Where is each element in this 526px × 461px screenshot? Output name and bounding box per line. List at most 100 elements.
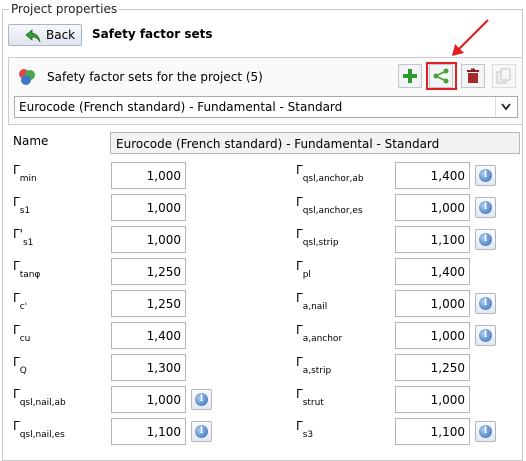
param-value-input[interactable]: 1,400 xyxy=(395,162,470,189)
param-label: Γqsl,nail,es xyxy=(13,419,65,440)
param-label: Γa,strip xyxy=(296,355,331,376)
gamma-symbol: Γ xyxy=(13,259,20,273)
back-button[interactable]: Back xyxy=(8,24,82,46)
param-value-input[interactable]: 1,000 xyxy=(395,322,470,349)
gamma-symbol: Γ xyxy=(296,227,303,241)
param-value-input[interactable]: 1,000 xyxy=(111,194,186,221)
info-button[interactable]: i xyxy=(475,197,496,218)
param-subscript: qsl,strip xyxy=(302,238,339,248)
info-button[interactable]: i xyxy=(475,325,496,346)
param-subscript: qsl,nail,ab xyxy=(19,398,66,408)
param-subscript: pl xyxy=(302,270,311,280)
info-icon: i xyxy=(479,201,492,214)
delete-icon xyxy=(467,68,479,83)
annotation-arrow-icon xyxy=(452,19,489,56)
param-label: Γstrut xyxy=(296,387,324,408)
safety-set-select[interactable]: Eurocode (French standard) - Fundamental… xyxy=(14,96,518,118)
param-subscript: tanφ xyxy=(19,270,41,280)
dropdown-toggle[interactable] xyxy=(495,97,517,117)
chevron-down-icon xyxy=(501,103,511,111)
param-value-input[interactable]: 1,400 xyxy=(395,258,470,285)
param-value-input[interactable]: 1,250 xyxy=(111,290,186,317)
info-icon: i xyxy=(195,393,208,406)
param-value-input[interactable]: 1,000 xyxy=(395,290,470,317)
param-value-input[interactable]: 1,000 xyxy=(395,194,470,221)
param-value-input[interactable]: 1,400 xyxy=(111,322,186,349)
gamma-symbol: Γ xyxy=(13,419,20,433)
info-icon: i xyxy=(479,233,492,246)
param-value-input[interactable]: 1,000 xyxy=(395,386,470,413)
param-subscript: a,nail xyxy=(302,302,328,312)
gamma-symbol: Γ xyxy=(296,355,303,369)
param-label: Γpl xyxy=(296,259,311,280)
param-subscript: min xyxy=(19,174,37,184)
gamma-symbol: Γ xyxy=(296,195,303,209)
param-subscript: s3 xyxy=(302,430,314,440)
param-subscript: c' xyxy=(19,302,28,312)
param-subscript: strut xyxy=(302,398,324,408)
name-field[interactable]: Eurocode (French standard) - Fundamental… xyxy=(110,132,520,154)
param-label: Γa,nail xyxy=(296,291,327,312)
gamma-symbol: Γ xyxy=(13,387,20,401)
group-title: Project properties xyxy=(9,2,120,16)
name-label: Name xyxy=(13,134,49,148)
param-value-input[interactable]: 1,100 xyxy=(395,226,470,253)
gamma-symbol: Γ xyxy=(296,323,303,337)
param-value-input[interactable]: 1,000 xyxy=(111,162,186,189)
param-value-input[interactable]: 1,000 xyxy=(111,386,186,413)
param-value-input[interactable]: 1,250 xyxy=(395,354,470,381)
add-set-button[interactable] xyxy=(398,64,422,88)
gamma-symbol: Γ xyxy=(296,259,303,273)
gamma-symbol: Γ xyxy=(296,291,303,305)
gamma-symbol: Γ xyxy=(13,323,20,337)
info-icon: i xyxy=(479,329,492,342)
param-label: Γqsl,anchor,ab xyxy=(296,163,364,184)
param-label: Γqsl,strip xyxy=(296,227,339,248)
gamma-symbol: Γ xyxy=(13,355,20,369)
param-subscript: Q xyxy=(19,366,27,376)
gamma-symbol: Γ' xyxy=(13,227,23,241)
info-button[interactable]: i xyxy=(475,165,496,186)
delete-set-button[interactable] xyxy=(461,64,485,88)
param-subscript: qsl,anchor,ab xyxy=(302,174,364,184)
param-value-input[interactable]: 1,100 xyxy=(111,418,186,445)
back-arrow-icon xyxy=(25,29,41,43)
info-button[interactable]: i xyxy=(191,421,212,442)
param-label: Γa,anchor xyxy=(296,323,342,344)
param-subscript: a,anchor xyxy=(302,334,343,344)
param-label: Γtanφ xyxy=(13,259,40,280)
param-label: Γc' xyxy=(13,291,27,312)
info-button[interactable]: i xyxy=(475,293,496,314)
selected-set: Eurocode (French standard) - Fundamental… xyxy=(19,100,343,114)
info-button[interactable]: i xyxy=(475,229,496,250)
info-button[interactable]: i xyxy=(475,421,496,442)
info-icon: i xyxy=(479,425,492,438)
gamma-symbol: Γ xyxy=(296,163,303,177)
param-label: Γmin xyxy=(13,163,37,184)
gamma-symbol: Γ xyxy=(296,419,303,433)
param-label: Γ's1 xyxy=(13,227,33,248)
gamma-symbol: Γ xyxy=(296,387,303,401)
param-subscript: cu xyxy=(19,334,31,344)
param-label: Γs3 xyxy=(296,419,313,440)
param-value-input[interactable]: 1,300 xyxy=(111,354,186,381)
back-button-label: Back xyxy=(46,28,76,42)
highlight-box xyxy=(426,62,457,90)
info-button[interactable]: i xyxy=(191,389,212,410)
param-subscript: a,strip xyxy=(302,366,332,376)
copy-set-button[interactable] xyxy=(492,64,516,88)
param-value-input[interactable]: 1,250 xyxy=(111,258,186,285)
gamma-symbol: Γ xyxy=(13,291,20,305)
copy-icon xyxy=(496,68,511,84)
param-subscript: qsl,nail,es xyxy=(19,430,65,440)
param-label: Γqsl,anchor,es xyxy=(296,195,363,216)
info-icon: i xyxy=(479,297,492,310)
gamma-symbol: Γ xyxy=(13,163,20,177)
param-label: Γqsl,nail,ab xyxy=(13,387,66,408)
param-label: Γcu xyxy=(13,323,30,344)
param-value-input[interactable]: 1,000 xyxy=(111,226,186,253)
param-label: ΓQ xyxy=(13,355,27,376)
param-subscript: s1 xyxy=(19,206,31,216)
param-value-input[interactable]: 1,100 xyxy=(395,418,470,445)
toolbar: Back Safety factor sets xyxy=(8,24,517,48)
